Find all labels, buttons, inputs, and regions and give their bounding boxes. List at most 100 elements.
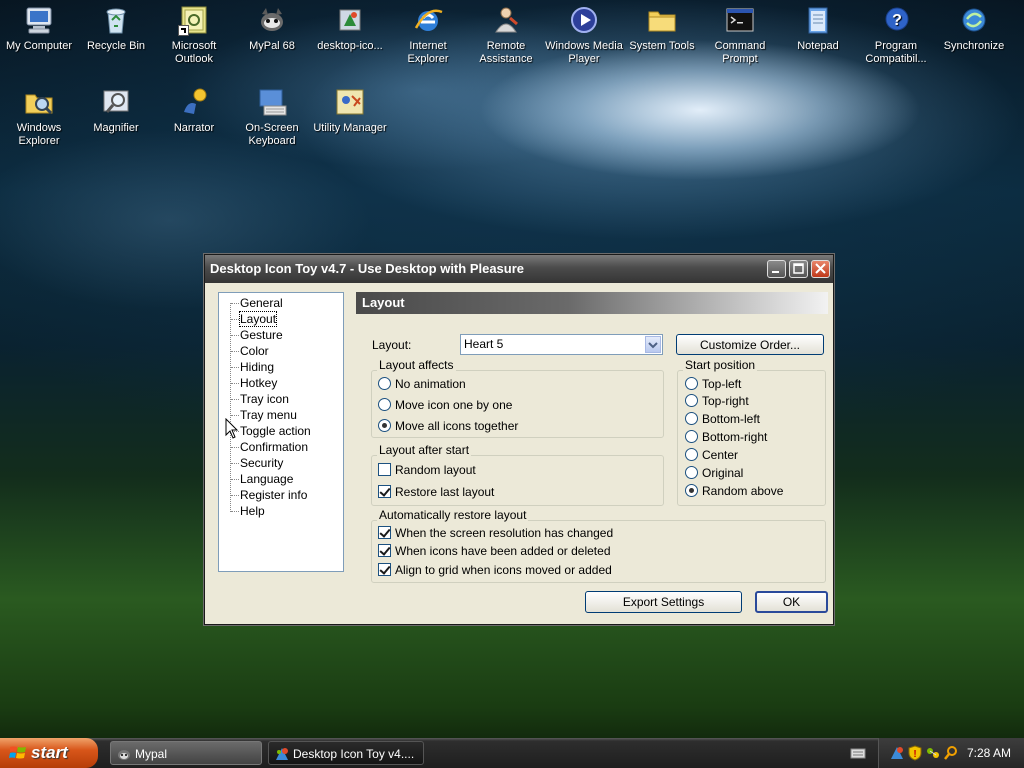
- radio-move-all-icons-together[interactable]: Move all icons together: [378, 419, 518, 433]
- checkbox-screen-resolution-changed[interactable]: When the screen resolution has changed: [378, 526, 613, 540]
- tree-item-register-info[interactable]: Register info: [240, 488, 307, 502]
- desktop-icon-program-compatibility[interactable]: ? Program Compatibil...: [857, 4, 935, 66]
- tree-connector: [231, 495, 239, 496]
- tree-item-hiding[interactable]: Hiding: [240, 360, 274, 374]
- desktop-icon-windows-explorer[interactable]: Windows Explorer: [0, 86, 78, 148]
- radio-button[interactable]: [685, 377, 698, 390]
- desktop-icon-mypal[interactable]: MyPal 68: [233, 4, 311, 53]
- desktop-icon-windows-media-player[interactable]: Windows Media Player: [545, 4, 623, 66]
- tree-item-tray-menu[interactable]: Tray menu: [240, 408, 297, 422]
- desktop-icon-recycle-bin[interactable]: Recycle Bin: [77, 4, 155, 53]
- radio-random-above[interactable]: Random above: [685, 484, 783, 498]
- desktop-icon-utility-manager[interactable]: Utility Manager: [311, 86, 389, 135]
- checkbox[interactable]: [378, 463, 391, 476]
- option-label: No animation: [395, 377, 466, 391]
- tree-item-confirmation[interactable]: Confirmation: [240, 440, 308, 454]
- maximize-button[interactable]: [789, 260, 808, 278]
- title-bar[interactable]: Desktop Icon Toy v4.7 - Use Desktop with…: [205, 255, 833, 283]
- radio-button[interactable]: [685, 466, 698, 479]
- keyboard-icon[interactable]: [850, 745, 866, 761]
- radio-bottom-right[interactable]: Bottom-right: [685, 430, 767, 444]
- tree-connector: [231, 511, 239, 512]
- layout-select[interactable]: Heart 5: [460, 334, 663, 355]
- windows-flag-icon: [9, 746, 26, 759]
- radio-button[interactable]: [685, 394, 698, 407]
- option-label: Restore last layout: [395, 485, 495, 499]
- icon-label: Narrator: [173, 122, 215, 134]
- option-label: Center: [702, 448, 739, 462]
- tree-item-gesture[interactable]: Gesture: [240, 328, 283, 342]
- minimize-button[interactable]: [767, 260, 786, 278]
- desktop-icon-microsoft-outlook[interactable]: Microsoft Outlook: [155, 4, 233, 66]
- desktop-icon-my-computer[interactable]: My Computer: [0, 4, 78, 53]
- clock[interactable]: 7:28 AM: [967, 738, 1011, 768]
- taskbar-item-mypal[interactable]: Mypal: [110, 741, 262, 765]
- radio-button-selected[interactable]: [378, 419, 391, 432]
- desktop-icon-toy-tray-icon[interactable]: [889, 745, 905, 761]
- radio-original[interactable]: Original: [685, 466, 743, 480]
- desktop-icon-desktop-icon-toy[interactable]: desktop-ico...: [311, 4, 389, 53]
- tree-item-tray-icon[interactable]: Tray icon: [240, 392, 289, 406]
- export-settings-button[interactable]: Export Settings: [585, 591, 742, 613]
- ok-button[interactable]: OK: [755, 591, 828, 613]
- radio-button[interactable]: [378, 377, 391, 390]
- radio-button[interactable]: [378, 398, 391, 411]
- checkbox-icons-added-deleted[interactable]: When icons have been added or deleted: [378, 544, 611, 558]
- close-button[interactable]: [811, 260, 830, 278]
- desktop-icon-on-screen-keyboard[interactable]: On-Screen Keyboard: [233, 86, 311, 148]
- tree-item-color[interactable]: Color: [240, 344, 269, 358]
- tree-item-help[interactable]: Help: [240, 504, 265, 518]
- task-label: Desktop Icon Toy v4....: [293, 747, 415, 761]
- radio-top-right[interactable]: Top-right: [685, 394, 749, 408]
- chevron-down-icon: [648, 342, 658, 349]
- checkbox-restore-last-layout[interactable]: Restore last layout: [378, 485, 494, 499]
- taskbar-item-desktop-icon-toy[interactable]: Desktop Icon Toy v4....: [268, 741, 424, 765]
- radio-button[interactable]: [685, 412, 698, 425]
- desktop-icon-magnifier[interactable]: Magnifier: [77, 86, 155, 135]
- narrator-icon: [184, 88, 207, 114]
- tree-connector: [231, 319, 239, 320]
- desktop-icon-notepad[interactable]: Notepad: [779, 4, 857, 53]
- tree-item-toggle-action[interactable]: Toggle action: [240, 424, 311, 438]
- icon-label: Command Prompt: [714, 40, 766, 65]
- desktop-icon-narrator[interactable]: Narrator: [155, 86, 233, 135]
- radio-top-left[interactable]: Top-left: [685, 377, 741, 391]
- checkbox-checked[interactable]: [378, 563, 391, 576]
- radio-button[interactable]: [685, 430, 698, 443]
- media-player-icon: [571, 7, 597, 33]
- desktop-icon-system-tools[interactable]: System Tools: [623, 4, 701, 53]
- customize-order-button[interactable]: Customize Order...: [676, 334, 824, 355]
- desktop-icon-internet-explorer[interactable]: Internet Explorer: [389, 4, 467, 66]
- search-icon[interactable]: [943, 745, 959, 761]
- option-label: Align to grid when icons moved or added: [395, 563, 612, 577]
- tree-item-language[interactable]: Language: [240, 472, 293, 486]
- shield-icon[interactable]: !: [907, 745, 923, 761]
- start-button[interactable]: start: [0, 738, 98, 768]
- radio-button-selected[interactable]: [685, 484, 698, 497]
- checkbox-align-to-grid[interactable]: Align to grid when icons moved or added: [378, 563, 612, 577]
- tree-item-layout[interactable]: Layout: [238, 311, 278, 327]
- radio-bottom-left[interactable]: Bottom-left: [685, 412, 760, 426]
- tree-item-general[interactable]: General: [240, 296, 283, 310]
- option-label: Move icon one by one: [395, 398, 513, 412]
- network-icon[interactable]: [925, 745, 941, 761]
- checkbox-checked[interactable]: [378, 526, 391, 539]
- radio-center[interactable]: Center: [685, 448, 738, 462]
- checkbox-random-layout[interactable]: Random layout: [378, 463, 476, 477]
- group-title: Layout affects: [377, 358, 456, 372]
- checkbox-checked[interactable]: [378, 544, 391, 557]
- icon-label: MyPal 68: [249, 40, 295, 52]
- desktop-icon-synchronize[interactable]: Synchronize: [935, 4, 1013, 53]
- radio-no-animation[interactable]: No animation: [378, 377, 466, 391]
- desktop-icon-remote-assistance[interactable]: Remote Assistance: [467, 4, 545, 66]
- desktop-icon-command-prompt[interactable]: Command Prompt: [701, 4, 779, 66]
- tree-item-security[interactable]: Security: [240, 456, 283, 470]
- tree-item-hotkey[interactable]: Hotkey: [240, 376, 277, 390]
- icon-label: Recycle Bin: [86, 40, 146, 52]
- radio-move-icon-one-by-one[interactable]: Move icon one by one: [378, 398, 512, 412]
- checkbox-checked[interactable]: [378, 485, 391, 498]
- computer-icon: [26, 7, 52, 34]
- dropdown-button[interactable]: [645, 336, 661, 353]
- radio-button[interactable]: [685, 448, 698, 461]
- tree-connector: [231, 367, 239, 368]
